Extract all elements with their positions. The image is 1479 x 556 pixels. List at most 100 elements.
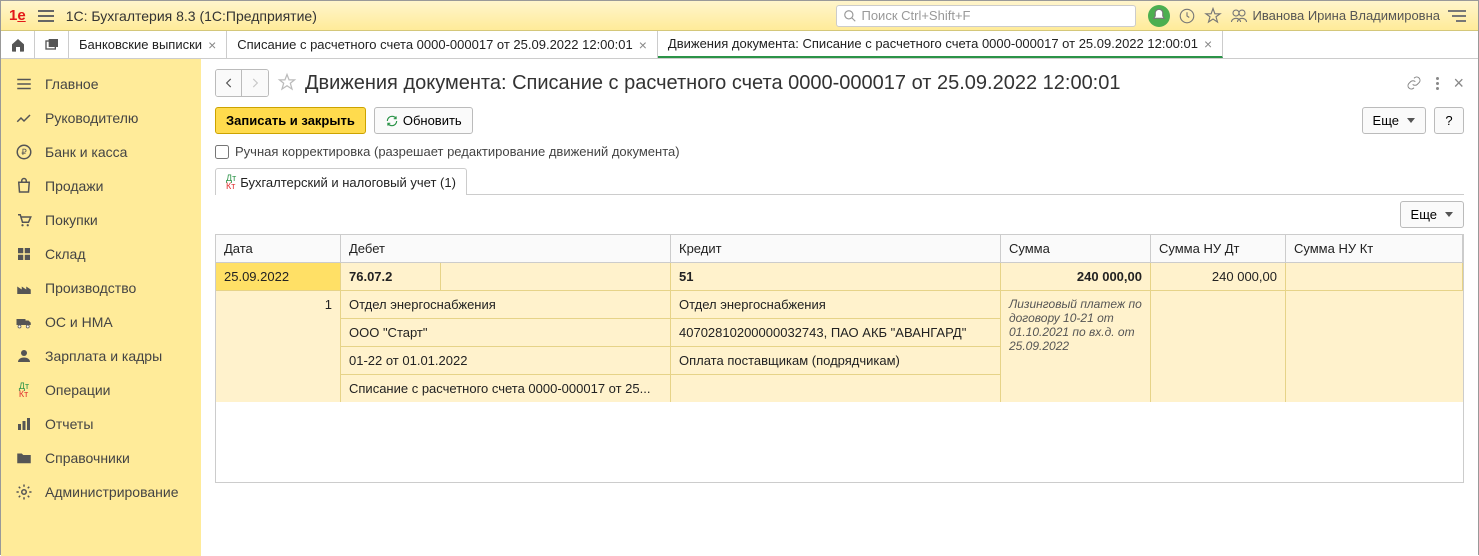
close-icon[interactable]: × (1204, 36, 1212, 52)
col-date[interactable]: Дата (216, 235, 341, 262)
user-menu[interactable]: Иванова Ирина Владимировна (1230, 7, 1440, 25)
forward-button[interactable] (242, 70, 268, 96)
search-placeholder: Поиск Ctrl+Shift+F (861, 8, 970, 23)
panel-settings-button[interactable] (1448, 10, 1466, 22)
sidebar-label: ОС и НМА (45, 314, 113, 330)
refresh-button[interactable]: Обновить (374, 107, 473, 134)
search-icon (843, 9, 857, 23)
favorite-button[interactable] (277, 72, 297, 95)
bell-icon (1150, 7, 1168, 25)
manual-edit-checkbox[interactable] (215, 145, 229, 159)
logo-1c: 1e (5, 7, 30, 24)
toolbar: Записать и закрыть Обновить Еще ? (215, 107, 1464, 134)
sidebar-item-hr[interactable]: Зарплата и кадры (1, 339, 201, 373)
detail-sumkt (1286, 291, 1463, 402)
tab-label: Бухгалтерский и налоговый учет (1) (240, 175, 456, 190)
document-tabs: Банковские выписки × Списание с расчетно… (1, 31, 1478, 59)
col-debit[interactable]: Дебет (341, 235, 671, 262)
credit-subconto: Отдел энергоснабжения (671, 291, 1000, 319)
tab-accounting[interactable]: ДтКт Бухгалтерский и налоговый учет (1) (215, 168, 467, 195)
grid-header: Дата Дебет Кредит Сумма Сумма НУ Дт Сумм… (216, 235, 1463, 263)
debit-subconto: ООО "Старт" (341, 319, 670, 347)
manual-edit-row: Ручная корректировка (разрешает редактир… (215, 144, 1464, 159)
posting-description: Лизинговый платеж по договору 10-21 от 0… (1001, 291, 1151, 402)
ruble-icon: ₽ (15, 143, 33, 161)
sidebar-label: Склад (45, 246, 86, 262)
refresh-icon (385, 114, 399, 128)
sidebar-item-assets[interactable]: ОС и НМА (1, 305, 201, 339)
col-sum[interactable]: Сумма (1001, 235, 1151, 262)
col-sumkt[interactable]: Сумма НУ Кт (1286, 235, 1463, 262)
sidebar-item-purchases[interactable]: Покупки (1, 203, 201, 237)
sidebar-label: Отчеты (45, 416, 93, 432)
credit-details: Отдел энергоснабжения 407028102000000327… (671, 291, 1001, 402)
windows-tab[interactable] (35, 31, 69, 58)
col-sumdt[interactable]: Сумма НУ Дт (1151, 235, 1286, 262)
boxes-icon (15, 245, 33, 263)
debit-details: Отдел энергоснабжения ООО "Старт" 01-22 … (341, 291, 671, 402)
cart-icon (15, 211, 33, 229)
more-button[interactable]: Еще (1362, 107, 1426, 134)
grid-empty-area (216, 402, 1463, 482)
tab-label: Списание с расчетного счета 0000-000017 … (237, 37, 632, 52)
sidebar-item-operations[interactable]: ДтКтОперации (1, 373, 201, 407)
debit-subconto: Списание с расчетного счета 0000-000017 … (341, 375, 670, 402)
sidebar-item-catalogs[interactable]: Справочники (1, 441, 201, 475)
grid-more-button[interactable]: Еще (1400, 201, 1464, 228)
tab-bank-statements[interactable]: Банковские выписки × (69, 31, 227, 58)
content-area: Движения документа: Списание с расчетног… (201, 59, 1478, 556)
cell-sum: 240 000,00 (1001, 263, 1151, 290)
notifications-button[interactable] (1148, 5, 1170, 27)
cell-credit-account: 51 (671, 263, 1001, 290)
history-icon[interactable] (1178, 7, 1196, 25)
credit-subconto: Оплата поставщикам (подрядчикам) (671, 347, 1000, 375)
tab-document[interactable]: Списание с расчетного счета 0000-000017 … (227, 31, 658, 58)
sidebar-label: Главное (45, 76, 99, 92)
help-button[interactable]: ? (1434, 107, 1464, 134)
sidebar-item-admin[interactable]: Администрирование (1, 475, 201, 509)
posting-details: 1 Отдел энергоснабжения ООО "Старт" 01-2… (216, 291, 1463, 402)
back-button[interactable] (216, 70, 242, 96)
close-button[interactable]: × (1453, 73, 1464, 94)
tab-movements[interactable]: Движения документа: Списание с расчетног… (658, 31, 1223, 58)
save-close-button[interactable]: Записать и закрыть (215, 107, 366, 134)
sidebar-item-bank[interactable]: ₽ Банк и касса (1, 135, 201, 169)
link-icon[interactable] (1406, 75, 1422, 91)
col-credit[interactable]: Кредит (671, 235, 1001, 262)
star-icon[interactable] (1204, 7, 1222, 25)
refresh-label: Обновить (403, 113, 462, 128)
content-header: Движения документа: Списание с расчетног… (215, 69, 1464, 97)
top-icons: Иванова Ирина Владимировна (1140, 5, 1474, 27)
nav-arrows (215, 69, 269, 97)
posting-number: 1 (216, 291, 341, 402)
debit-subconto: Отдел энергоснабжения (341, 291, 670, 319)
grid-body: 25.09.2022 76.07.2 51 240 000,00 240 000… (216, 263, 1463, 482)
close-icon[interactable]: × (208, 37, 216, 53)
sidebar-label: Банк и касса (45, 144, 127, 160)
sidebar-item-warehouse[interactable]: Склад (1, 237, 201, 271)
cell-debit-spacer (441, 263, 671, 290)
sidebar-label: Производство (45, 280, 136, 296)
more-menu-button[interactable] (1436, 77, 1439, 90)
close-icon[interactable]: × (639, 37, 647, 53)
global-search-input[interactable]: Поиск Ctrl+Shift+F (836, 5, 1136, 27)
person-icon (15, 347, 33, 365)
sidebar-item-manager[interactable]: Руководителю (1, 101, 201, 135)
postings-grid: Дата Дебет Кредит Сумма Сумма НУ Дт Сумм… (215, 234, 1464, 483)
detail-sumdt (1151, 291, 1286, 402)
credit-subconto: 40702810200000032743, ПАО АКБ "АВАНГАРД" (671, 319, 1000, 347)
dtkt-icon: ДтКт (15, 381, 33, 399)
main-menu-button[interactable] (34, 4, 58, 28)
sidebar-item-main[interactable]: Главное (1, 67, 201, 101)
sidebar-item-production[interactable]: Производство (1, 271, 201, 305)
sidebar-label: Покупки (45, 212, 98, 228)
cell-sum-dt: 240 000,00 (1151, 263, 1286, 290)
sidebar-item-sales[interactable]: Продажи (1, 169, 201, 203)
sidebar-label: Администрирование (45, 484, 179, 500)
sidebar-item-reports[interactable]: Отчеты (1, 407, 201, 441)
dtkt-icon: ДтКт (226, 174, 236, 190)
sidebar-label: Справочники (45, 450, 130, 466)
tab-label: Банковские выписки (79, 37, 202, 52)
home-tab[interactable] (1, 31, 35, 58)
posting-row-header[interactable]: 25.09.2022 76.07.2 51 240 000,00 240 000… (216, 263, 1463, 291)
